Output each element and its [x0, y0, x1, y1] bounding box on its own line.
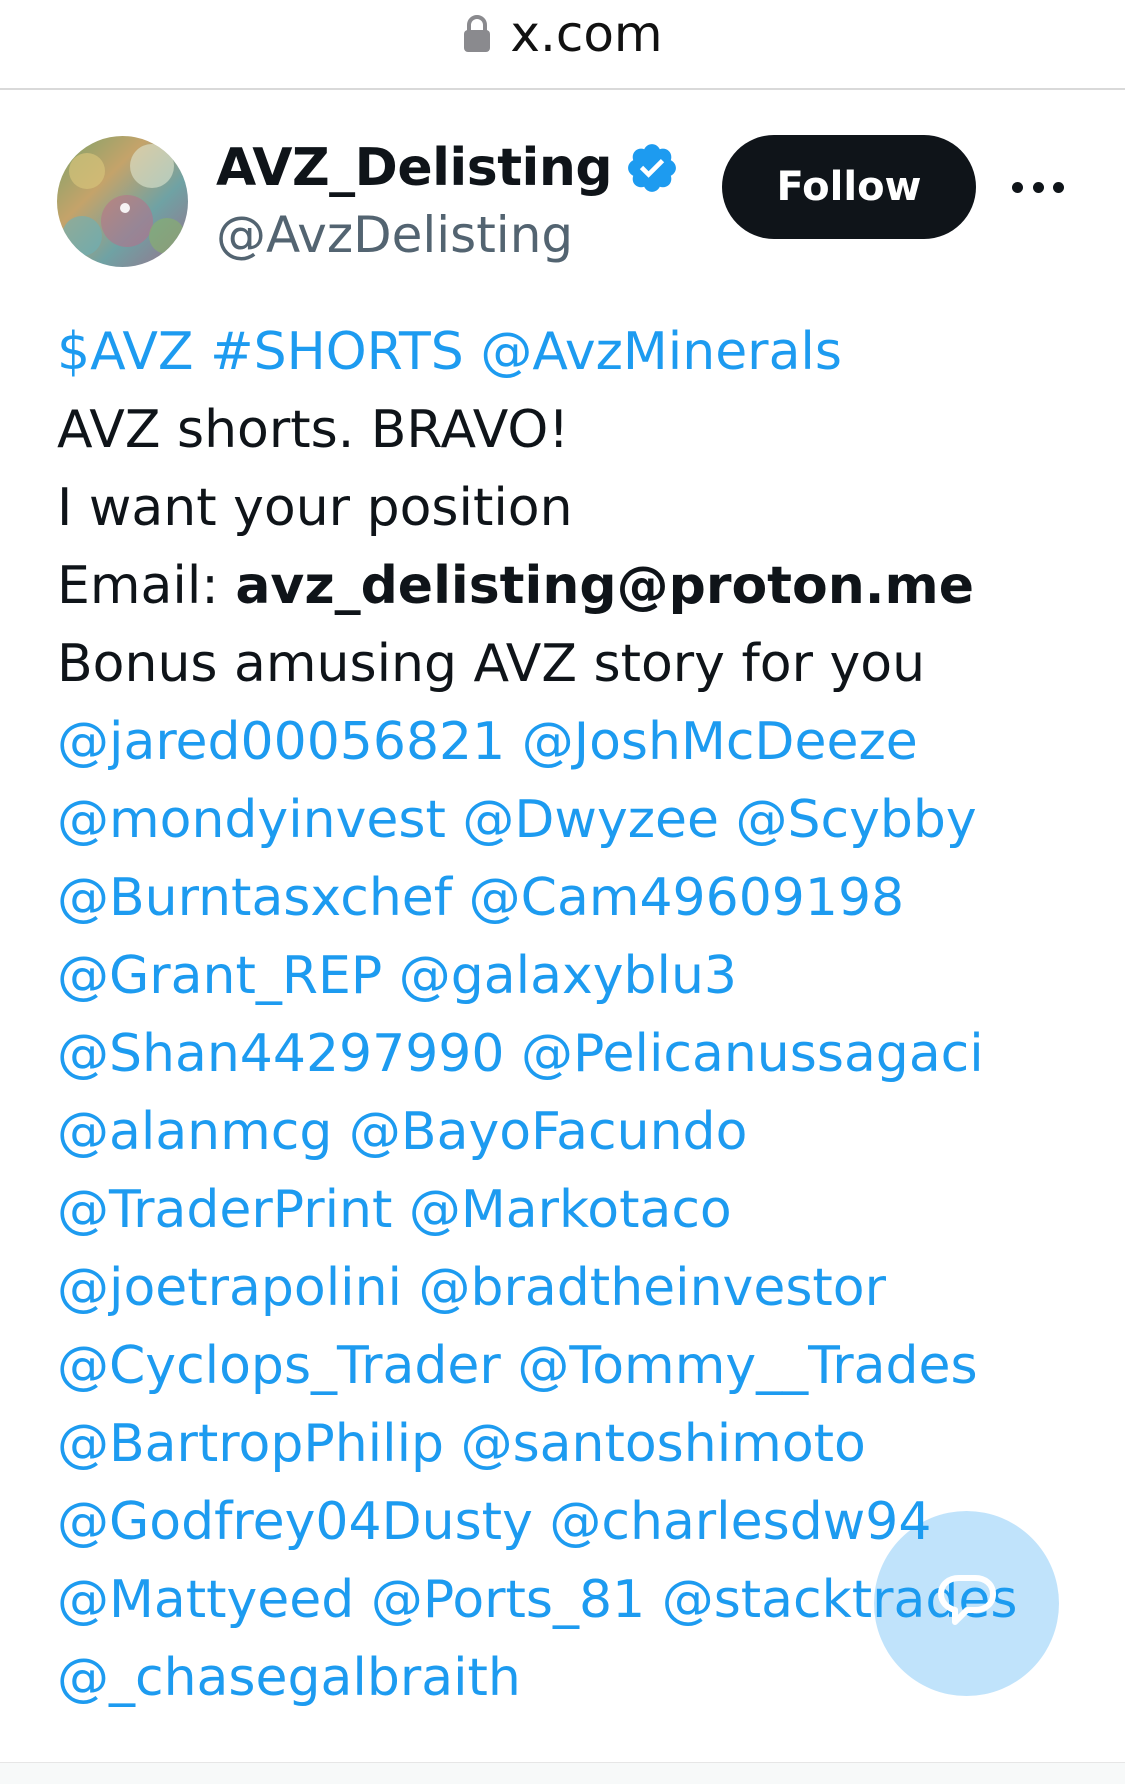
mention-link[interactable]: @jared00056821 — [57, 712, 505, 772]
mention-link[interactable]: @Burntasxchef — [57, 868, 452, 928]
mention-link[interactable]: @charlesdw94 — [549, 1492, 931, 1552]
mention-link[interactable]: @Scybby — [736, 790, 977, 850]
mention-link[interactable]: @Pelicanussagaci — [521, 1024, 984, 1084]
tweet-line: I want your position — [57, 478, 573, 538]
email-address: avz_delisting@proton.me — [235, 556, 974, 616]
mention-link[interactable]: @Mattyeed — [57, 1570, 354, 1630]
mention-link[interactable]: @bradtheinvestor — [419, 1258, 886, 1318]
mention-link[interactable]: @BartropPhilip — [57, 1414, 444, 1474]
mention-link[interactable]: @Cam49609198 — [469, 868, 905, 928]
mention-link[interactable]: @Cyclops_Trader — [57, 1336, 501, 1396]
mention-link[interactable]: @AvzMinerals — [480, 322, 842, 382]
mention-link[interactable]: @JoshMcDeeze — [522, 712, 918, 772]
mention-link[interactable]: @alanmcg — [57, 1102, 332, 1162]
tweet-text: $AVZ #SHORTS @AvzMinerals AVZ shorts. BR… — [57, 313, 1087, 1717]
email-label: Email: — [57, 556, 236, 616]
mention-link[interactable]: @BayoFacundo — [349, 1102, 747, 1162]
mention-link[interactable]: @_chasegalbraith — [57, 1648, 521, 1708]
mention-link[interactable]: @Dwyzee — [462, 790, 719, 850]
mention-link[interactable]: @Ports_81 — [371, 1570, 645, 1630]
more-horizontal-icon[interactable] — [1012, 172, 1064, 202]
mention-link[interactable]: @joetrapolini — [57, 1258, 402, 1318]
mention-link[interactable]: @TraderPrint — [57, 1180, 392, 1240]
author-display-name[interactable]: AVZ_Delisting — [216, 138, 613, 198]
compose-icon — [937, 1574, 996, 1625]
lock-icon — [462, 14, 492, 54]
tweet-line: Bonus amusing AVZ story for you — [57, 634, 926, 694]
verified-badge-icon — [624, 140, 680, 196]
cashtag-link[interactable]: $AVZ — [57, 322, 194, 382]
url-text: x.com — [510, 5, 663, 63]
bottom-bar — [0, 1762, 1125, 1784]
mention-link[interactable]: @Grant_REP — [57, 946, 382, 1006]
hashtag-link[interactable]: #SHORTS — [210, 322, 464, 382]
compose-button[interactable] — [874, 1511, 1059, 1696]
avatar[interactable] — [57, 136, 188, 267]
browser-url-bar[interactable]: x.com — [0, 0, 1125, 90]
follow-button[interactable]: Follow — [722, 135, 976, 239]
tweet-line: AVZ shorts. BRAVO! — [57, 400, 570, 460]
author-handle[interactable]: @AvzDelisting — [216, 206, 573, 264]
mention-link[interactable]: @santoshimoto — [461, 1414, 866, 1474]
mention-link[interactable]: @Tommy__Trades — [517, 1336, 977, 1396]
mention-link[interactable]: @mondyinvest — [57, 790, 446, 850]
mention-link[interactable]: @Markotaco — [409, 1180, 732, 1240]
mention-link[interactable]: @Godfrey04Dusty — [57, 1492, 533, 1552]
mention-link[interactable]: @Shan44297990 — [57, 1024, 504, 1084]
mention-link[interactable]: @galaxyblu3 — [399, 946, 737, 1006]
